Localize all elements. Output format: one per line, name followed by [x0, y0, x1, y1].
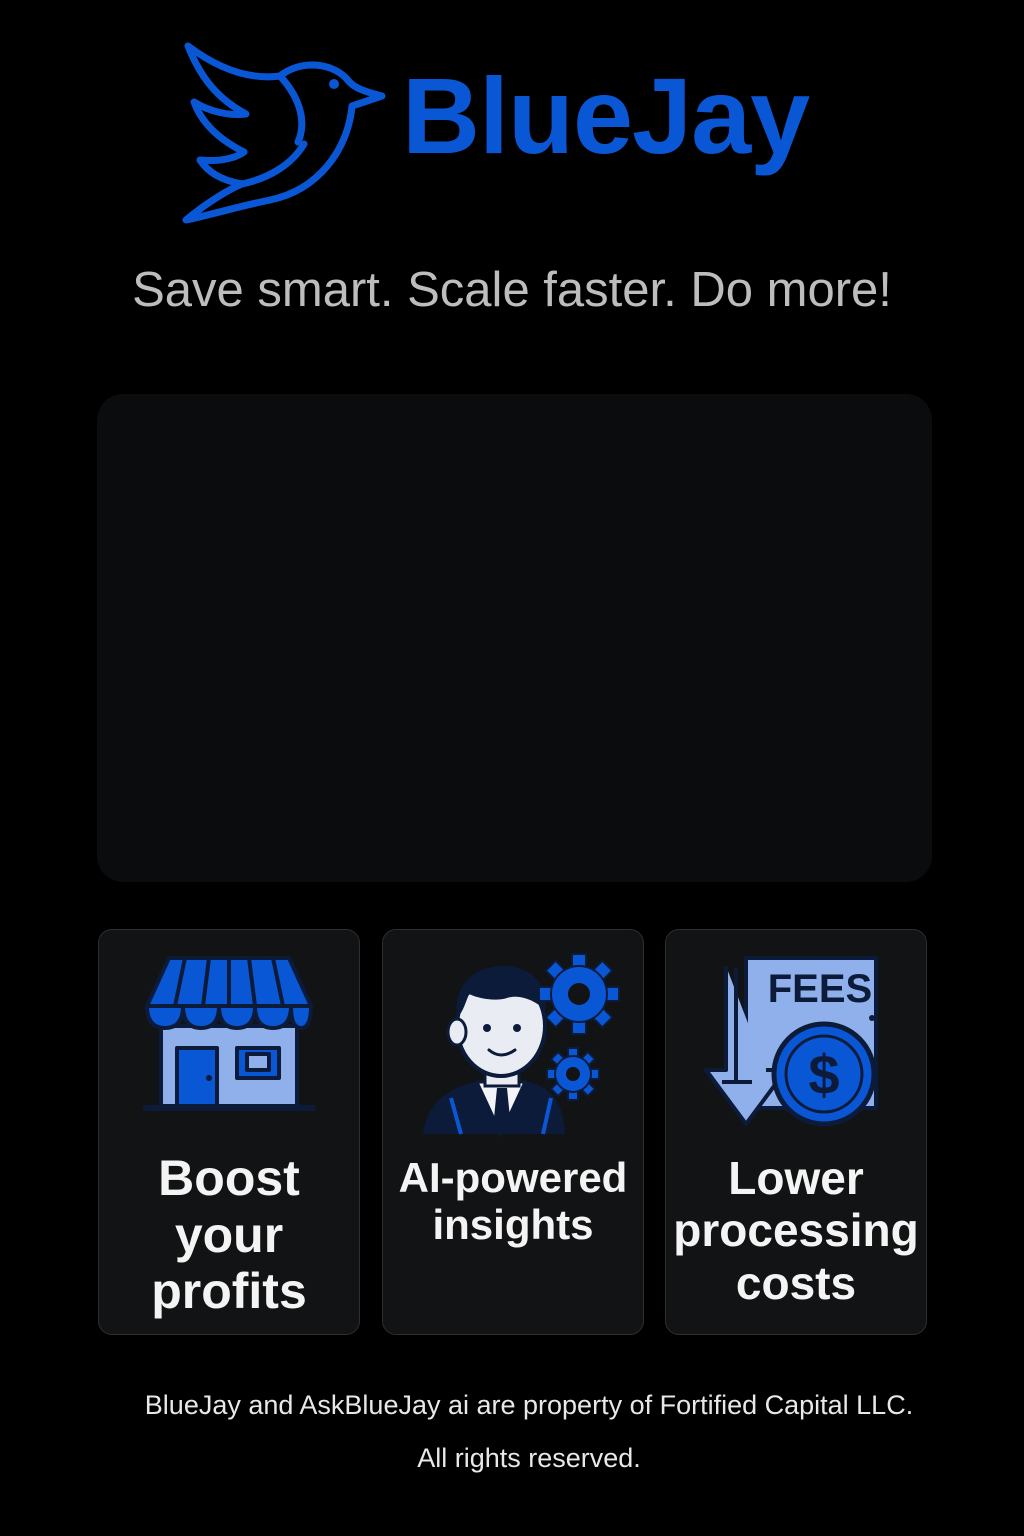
feature-label: Boost your profits [151, 1150, 307, 1319]
storefront-icon [99, 948, 359, 1138]
ai-businessman-gears-icon [383, 948, 643, 1138]
fees-down-dollar-icon: FEES $ [666, 948, 926, 1138]
footer-copyright: BlueJay and AskBlueJay ai are property o… [144, 1390, 914, 1420]
hero-panel [97, 394, 932, 882]
brand-logo: BlueJay [180, 40, 840, 230]
fees-text: FEES [768, 967, 872, 1011]
feature-card-boost-profits[interactable]: Boost your profits [98, 929, 360, 1335]
svg-text:$: $ [808, 1043, 839, 1106]
feature-card-lower-costs[interactable]: FEES $ Lower processing costs [665, 929, 927, 1335]
feature-label: Lower processing costs [673, 1152, 919, 1309]
feature-card-ai-insights[interactable]: AI-powered insights [382, 929, 644, 1335]
brand-name: BlueJay [402, 55, 810, 176]
bluejay-bird-icon [182, 42, 386, 224]
footer-rights: All rights reserved. [417, 1443, 641, 1473]
tagline: Save smart. Scale faster. Do more! [132, 263, 892, 317]
feature-label: AI-powered insights [398, 1154, 628, 1249]
